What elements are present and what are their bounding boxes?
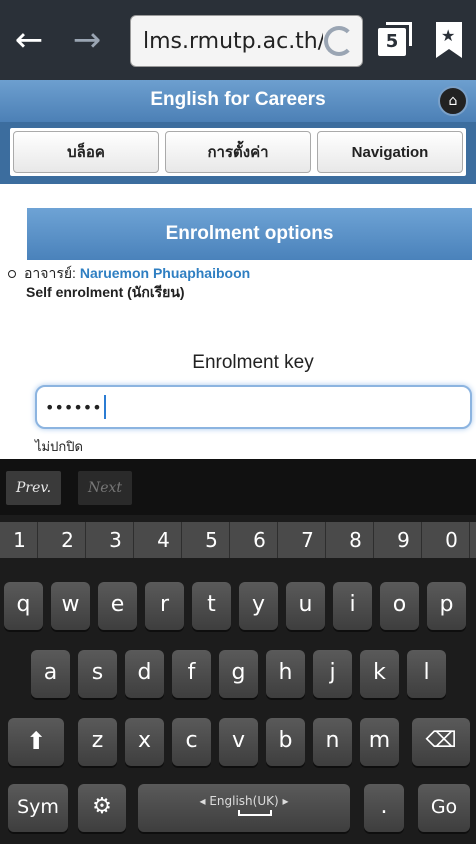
period-key[interactable]: .: [364, 784, 404, 832]
course-title: English for Careers: [150, 89, 326, 110]
teacher-prefix: อาจารย์:: [24, 265, 76, 281]
key-b[interactable]: b: [266, 718, 305, 766]
key-9[interactable]: 9: [386, 522, 422, 558]
teacher-link[interactable]: Naruemon Phuaphaiboon: [80, 265, 250, 281]
bullet-icon: [8, 270, 16, 279]
tabs-button[interactable]: 5: [378, 22, 412, 56]
key-h[interactable]: h: [266, 650, 305, 698]
key-g[interactable]: g: [219, 650, 258, 698]
browser-toolbar: ← → lms.rmutp.ac.th/l 5 ★: [0, 0, 476, 80]
language-label: ◂ English(UK) ▸: [199, 794, 289, 808]
key-e[interactable]: e: [98, 582, 137, 630]
key-u[interactable]: u: [286, 582, 325, 630]
key-v[interactable]: v: [219, 718, 258, 766]
key-8[interactable]: 8: [338, 522, 374, 558]
go-key[interactable]: Go: [418, 784, 470, 832]
tab-label: การตั้งค่า: [207, 144, 269, 161]
key-5[interactable]: 5: [194, 522, 230, 558]
tab-label: Navigation: [351, 143, 429, 161]
key-x[interactable]: x: [125, 718, 164, 766]
key-i[interactable]: i: [333, 582, 372, 630]
keyboard-toolbar: Prev. Next: [0, 459, 476, 515]
enrolment-key-input[interactable]: ••••••: [35, 385, 472, 429]
key-q[interactable]: q: [4, 582, 43, 630]
key-r[interactable]: r: [145, 582, 184, 630]
space-key[interactable]: ◂ English(UK) ▸: [138, 784, 350, 832]
tab-count: 5: [378, 28, 406, 56]
enrolment-options-header: Enrolment options: [27, 208, 472, 260]
key-0[interactable]: 0: [434, 522, 470, 558]
key-k[interactable]: k: [360, 650, 399, 698]
key-y[interactable]: y: [239, 582, 278, 630]
onscreen-keyboard: Prev. Next 1 2 3 4 5 6 7 8 9 0 q w e r t…: [0, 459, 476, 844]
key-o[interactable]: o: [380, 582, 419, 630]
shift-arrow-icon: ⬆: [25, 727, 47, 755]
arrow-left-icon: ←: [14, 20, 44, 60]
key-z[interactable]: z: [78, 718, 117, 766]
key-n[interactable]: n: [313, 718, 352, 766]
key-m[interactable]: m: [360, 718, 399, 766]
key-1[interactable]: 1: [2, 522, 38, 558]
key-a[interactable]: a: [31, 650, 70, 698]
key-7[interactable]: 7: [290, 522, 326, 558]
key-f[interactable]: f: [172, 650, 211, 698]
key-s[interactable]: s: [78, 650, 117, 698]
key-l[interactable]: l: [407, 650, 446, 698]
tab-navigation[interactable]: Navigation: [317, 131, 463, 173]
section-title: Enrolment options: [165, 223, 334, 244]
self-enrolment-title: Self enrolment (นักเรียน): [26, 284, 185, 300]
bookmark-icon[interactable]: ★: [436, 22, 462, 58]
key-4[interactable]: 4: [146, 522, 182, 558]
tab-blocks[interactable]: บล็อค: [13, 131, 159, 173]
tab-settings[interactable]: การตั้งค่า: [165, 131, 311, 173]
key-c[interactable]: c: [172, 718, 211, 766]
key-j[interactable]: j: [313, 650, 352, 698]
enrolment-key-value: ••••••: [45, 397, 102, 417]
tab-label: บล็อค: [67, 144, 105, 161]
gear-icon: ⚙: [92, 794, 112, 819]
url-text: lms.rmutp.ac.th/l: [143, 28, 323, 54]
arrow-right-icon: →: [72, 20, 102, 60]
app-header: English for Careers ⌂ บล็อค การตั้งค่า N…: [0, 80, 476, 184]
language-name: English(UK): [209, 794, 279, 808]
key-3[interactable]: 3: [98, 522, 134, 558]
unmask-checkbox-label[interactable]: ไม่ปกปิด: [35, 436, 83, 457]
text-caret: [103, 395, 106, 419]
key-2[interactable]: 2: [50, 522, 86, 558]
key-p[interactable]: p: [427, 582, 466, 630]
reload-icon[interactable]: [324, 26, 354, 56]
key-6[interactable]: 6: [242, 522, 278, 558]
backspace-key[interactable]: ⌫: [412, 718, 470, 766]
number-row: 1 2 3 4 5 6 7 8 9 0: [0, 522, 476, 558]
settings-key[interactable]: ⚙: [78, 784, 126, 832]
key-t[interactable]: t: [192, 582, 231, 630]
space-icon: [238, 810, 272, 816]
key-d[interactable]: d: [125, 650, 164, 698]
tab-bar: บล็อค การตั้งค่า Navigation: [10, 128, 466, 176]
shift-key[interactable]: ⬆: [8, 718, 64, 766]
prev-button[interactable]: Prev.: [6, 471, 62, 505]
next-button[interactable]: Next: [78, 471, 133, 505]
backspace-icon: ⌫: [425, 728, 457, 753]
enrolment-key-label: Enrolment key: [192, 352, 314, 373]
sym-key[interactable]: Sym: [8, 784, 68, 832]
back-button[interactable]: ←: [0, 0, 58, 80]
home-icon[interactable]: ⌂: [438, 86, 468, 116]
address-bar[interactable]: lms.rmutp.ac.th/l: [130, 15, 363, 67]
forward-button[interactable]: →: [58, 0, 116, 80]
key-w[interactable]: w: [51, 582, 90, 630]
